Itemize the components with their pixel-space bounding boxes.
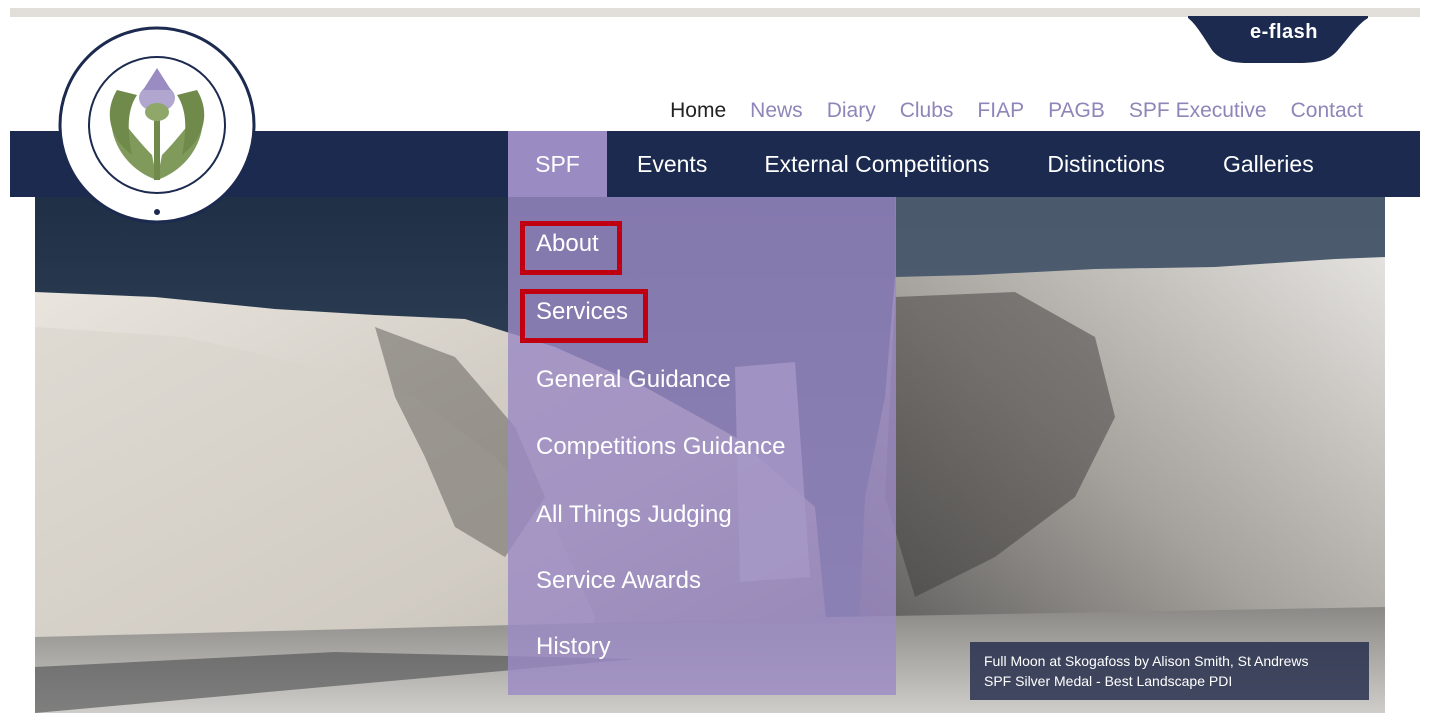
util-nav-fiap[interactable]: FIAP xyxy=(965,96,1036,126)
util-nav-home[interactable]: Home xyxy=(658,96,738,126)
main-nav-galleries[interactable]: Galleries xyxy=(1223,131,1314,197)
util-nav-contact[interactable]: Contact xyxy=(1279,96,1375,126)
main-nav-external-competitions[interactable]: External Competitions xyxy=(764,131,989,197)
util-nav-pagb[interactable]: PAGB xyxy=(1036,96,1117,126)
caption-line-title: Full Moon at Skogafoss by Alison Smith, … xyxy=(984,653,1309,669)
highlight-box-about xyxy=(520,221,622,275)
spf-emblem-icon xyxy=(58,26,256,224)
dropdown-item-service-awards[interactable]: Service Awards xyxy=(536,565,701,597)
util-nav-clubs[interactable]: Clubs xyxy=(888,96,966,126)
dropdown-item-competitions-guidance[interactable]: Competitions Guidance xyxy=(536,431,785,463)
spf-logo[interactable] xyxy=(57,20,257,230)
dropdown-item-general-guidance[interactable]: General Guidance xyxy=(536,364,731,396)
dropdown-item-history[interactable]: History xyxy=(536,631,611,663)
util-nav-news[interactable]: News xyxy=(738,96,815,126)
main-nav-spf[interactable]: SPF xyxy=(508,131,607,197)
caption-line-award: SPF Silver Medal - Best Landscape PDI xyxy=(984,673,1233,689)
highlight-box-services xyxy=(520,289,648,343)
utility-nav: Home News Diary Clubs FIAP PAGB SPF Exec… xyxy=(658,96,1375,126)
dropdown-item-all-things-judging[interactable]: All Things Judging xyxy=(536,499,732,531)
util-nav-diary[interactable]: Diary xyxy=(815,96,888,126)
eflash-link[interactable]: e-flash xyxy=(1188,16,1368,64)
util-nav-spf-executive[interactable]: SPF Executive xyxy=(1117,96,1279,126)
photo-caption: Full Moon at Skogafoss by Alison Smith, … xyxy=(970,642,1369,700)
main-nav: SPF Events External Competitions Distinc… xyxy=(508,131,1314,197)
main-nav-events[interactable]: Events xyxy=(637,131,707,197)
eflash-label: e-flash xyxy=(1250,21,1318,43)
main-nav-distinctions[interactable]: Distinctions xyxy=(1047,131,1165,197)
top-strip xyxy=(0,0,1433,8)
